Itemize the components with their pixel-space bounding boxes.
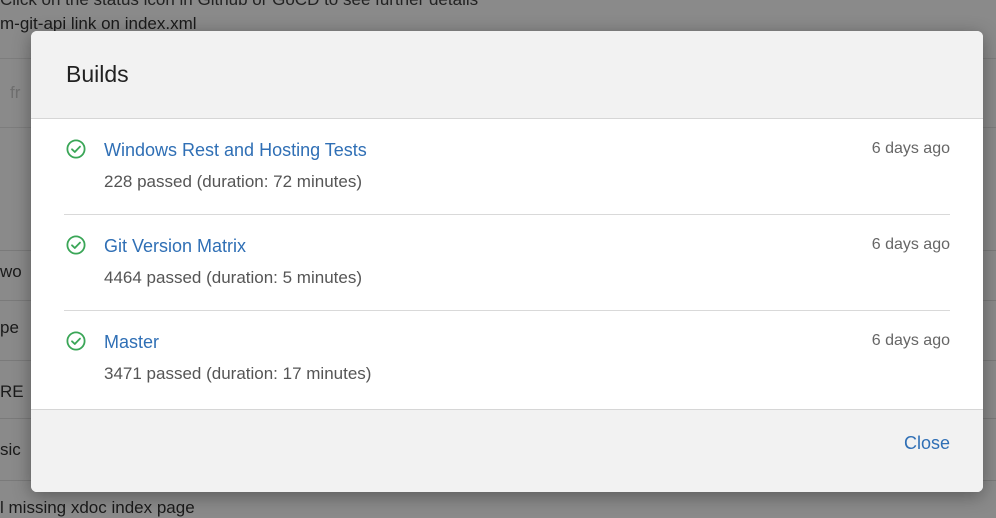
build-row: Master 3471 passed (duration: 17 minutes… — [64, 311, 950, 407]
check-circle-icon — [66, 235, 86, 255]
modal-title: Builds — [66, 61, 129, 87]
background-header-text: Click on the status icon in Github or Go… — [0, 0, 478, 10]
build-row: Windows Rest and Hosting Tests 228 passe… — [64, 119, 950, 215]
build-timestamp: 6 days ago — [871, 140, 950, 157]
build-summary: 3471 passed (duration: 17 minutes) — [104, 364, 372, 383]
close-button[interactable]: Close — [904, 433, 950, 454]
build-summary: 4464 passed (duration: 5 minutes) — [104, 268, 362, 287]
background-text: sic — [0, 440, 21, 459]
build-link[interactable]: Git Version Matrix — [104, 236, 246, 257]
builds-list: Windows Rest and Hosting Tests 228 passe… — [31, 119, 983, 409]
build-link[interactable]: Master — [104, 332, 159, 353]
background-text: fr — [10, 83, 21, 102]
build-link[interactable]: Windows Rest and Hosting Tests — [104, 140, 367, 161]
check-circle-icon — [66, 139, 86, 159]
builds-modal: Builds Windows Rest and Hosting Tests 22… — [31, 31, 983, 492]
modal-header: Builds — [31, 31, 983, 119]
background-text: l missing xdoc index page — [0, 498, 195, 517]
background-text: pe — [0, 318, 19, 337]
build-timestamp: 6 days ago — [871, 236, 950, 253]
build-row: Git Version Matrix 4464 passed (duration… — [64, 215, 950, 311]
check-circle-icon — [66, 331, 86, 351]
background-text: RE — [0, 382, 24, 401]
build-timestamp: 6 days ago — [871, 332, 950, 349]
background-text: wo — [0, 262, 22, 281]
build-summary: 228 passed (duration: 72 minutes) — [104, 172, 362, 191]
modal-footer: Close — [31, 409, 983, 492]
